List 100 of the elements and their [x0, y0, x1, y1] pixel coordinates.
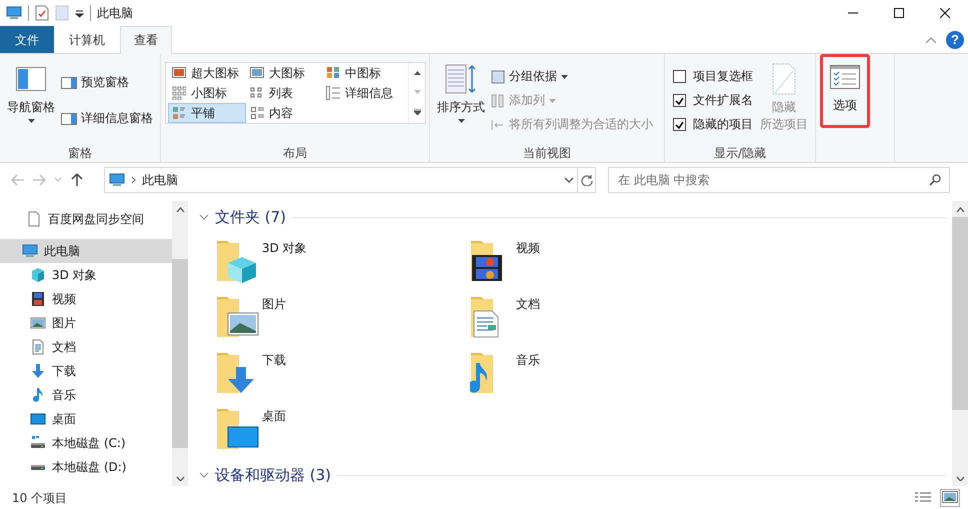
computer-icon	[109, 172, 125, 188]
folder-item[interactable]: 图片	[216, 291, 470, 347]
folder-item[interactable]: 3D 对象	[216, 235, 470, 291]
nav-item[interactable]: 文档	[0, 335, 172, 359]
folder-item[interactable]: 下载	[216, 347, 470, 403]
check-icon	[675, 120, 684, 129]
view-icon	[326, 86, 340, 100]
nav-item[interactable]: 桌面	[0, 407, 172, 431]
computer-icon[interactable]	[6, 5, 22, 21]
layout-option[interactable]: 平铺	[168, 103, 246, 123]
file-tab[interactable]: 文件	[0, 26, 54, 53]
picture-icon	[30, 315, 46, 331]
layout-option[interactable]: 小图标	[168, 83, 246, 103]
layout-option[interactable]: 列表	[246, 83, 322, 103]
nav-item[interactable]: 百度网盘同步空间	[0, 207, 172, 231]
folder-item[interactable]: 桌面	[216, 403, 470, 459]
cube-icon	[30, 267, 46, 283]
section-header[interactable]: 文件夹 (7)	[199, 208, 286, 226]
item-count: 10 个项目	[12, 490, 68, 506]
sort-button[interactable]: 排序方式	[434, 59, 488, 145]
drive-icon	[30, 464, 46, 470]
layout-option[interactable]: 详细信息	[322, 83, 406, 103]
layout-option[interactable]: 中图标	[322, 63, 406, 83]
view-option[interactable]: 分组依据	[488, 66, 656, 88]
layout-option[interactable]: 超大图标	[168, 63, 246, 83]
pane-button[interactable]: 详细信息窗格	[58, 108, 156, 130]
layout-option[interactable]: 内容	[246, 103, 322, 123]
more-icon[interactable]	[414, 109, 420, 116]
chevron-icon	[199, 214, 209, 220]
nav-item[interactable]: 3D 对象	[0, 263, 172, 287]
dropdown-icon[interactable]	[564, 177, 574, 183]
chevron-icon	[199, 472, 209, 478]
scrollbar[interactable]	[952, 201, 968, 486]
checkbox[interactable]: 项目复选框	[669, 65, 757, 88]
group-label: 显示/隐藏	[712, 144, 768, 162]
close-icon[interactable]	[940, 8, 950, 18]
view-icon	[172, 106, 186, 120]
scroll-down-icon[interactable]	[176, 476, 184, 480]
folder-item[interactable]: 文档	[470, 291, 724, 347]
refresh-icon	[580, 174, 592, 186]
up-icon[interactable]	[70, 173, 84, 187]
options-button[interactable]: 选项	[827, 57, 863, 125]
nav-item[interactable]: 图片	[0, 311, 172, 335]
nav-item[interactable]: 本地磁盘 (D:)	[0, 455, 172, 479]
view-icon	[250, 66, 264, 80]
maximize-icon[interactable]	[894, 8, 904, 18]
caret-icon	[458, 119, 464, 123]
computer-icon	[22, 243, 38, 259]
check-icon	[675, 96, 684, 105]
ribbon-tab[interactable]: 查看	[120, 26, 172, 54]
folder-item[interactable]: 音乐	[470, 347, 724, 403]
checklist-icon[interactable]	[35, 5, 49, 21]
pane-icon	[61, 76, 77, 89]
scrollbar[interactable]	[172, 201, 188, 486]
options-icon	[830, 65, 860, 89]
group-label: 布局	[282, 144, 308, 162]
refresh-button[interactable]	[578, 167, 596, 193]
scroll-up-icon[interactable]	[956, 206, 964, 212]
view-icon	[491, 70, 505, 84]
collapse-icon[interactable]	[926, 36, 936, 42]
folder-item[interactable]: 视频	[470, 235, 724, 291]
navigation-pane-button[interactable]: 导航窗格	[4, 59, 58, 145]
layout-option[interactable]: 大图标	[246, 63, 322, 83]
address-field[interactable]: 此电脑	[104, 167, 578, 193]
view-icon	[250, 86, 264, 100]
down-arrow-icon	[30, 363, 46, 379]
nav-item[interactable]: 视频	[0, 287, 172, 311]
monitor-icon	[30, 411, 46, 427]
view-icon	[491, 118, 505, 132]
picture-icon[interactable]	[942, 491, 958, 503]
dropdown-icon[interactable]	[75, 8, 84, 18]
pane-icon	[61, 112, 77, 125]
nav-item[interactable]: 此电脑	[0, 239, 172, 263]
view-icon	[326, 66, 340, 80]
view-icon	[250, 106, 264, 120]
section-header[interactable]: 设备和驱动器 (3)	[199, 466, 332, 484]
film-icon	[30, 291, 46, 307]
scroll-down-icon[interactable]	[956, 476, 964, 480]
nav-item[interactable]: 本地磁盘 (C:)	[0, 431, 172, 455]
chevron-icon	[131, 176, 136, 184]
view-icon	[172, 66, 186, 80]
help-button[interactable]: ?	[946, 30, 964, 48]
nav-item[interactable]: 音乐	[0, 383, 172, 407]
breadcrumb[interactable]: 此电脑	[142, 172, 178, 188]
nav-item[interactable]: 下载	[0, 359, 172, 383]
document-icon	[30, 339, 46, 355]
ribbon-tab[interactable]: 计算机	[55, 26, 119, 53]
pane-icon	[16, 67, 46, 91]
window-title: 此电脑	[97, 4, 133, 22]
search-field[interactable]: 在 此电脑 中搜索	[608, 167, 950, 193]
scroll-up-icon[interactable]	[414, 70, 420, 75]
scroll-up-icon[interactable]	[176, 206, 184, 212]
view-icon	[491, 94, 505, 108]
checkbox[interactable]: 文件扩展名	[669, 89, 757, 112]
view-icon	[172, 86, 186, 100]
drive-icon	[30, 435, 46, 451]
search-icon	[929, 174, 941, 186]
pane-button[interactable]: 预览窗格	[58, 72, 156, 94]
caret-icon	[28, 119, 34, 123]
checkbox[interactable]: 隐藏的项目	[669, 113, 757, 136]
